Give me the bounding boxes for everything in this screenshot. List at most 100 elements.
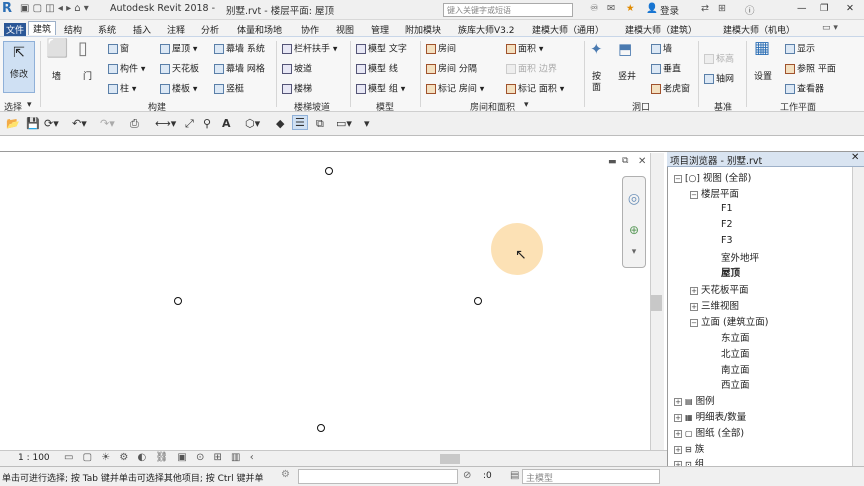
tag-icon[interactable]: ⚲ (203, 117, 211, 130)
roof-button[interactable]: 屋顶 ▾ (160, 44, 197, 56)
tree-item-outdoor[interactable]: 室外地坪 (721, 250, 759, 264)
tree-item-roof[interactable]: 屋顶 (721, 265, 740, 279)
close-hidden-icon[interactable]: ⧉ (316, 117, 324, 131)
open-icon[interactable]: 📂 (6, 117, 20, 130)
room-separator-button[interactable]: 房间 分隔 (426, 64, 477, 76)
shaft-button[interactable]: 竖井 (618, 72, 636, 83)
tab-insert[interactable]: 插入 (133, 23, 151, 36)
customize-qat-icon[interactable]: ▾ (364, 117, 370, 130)
tab-modeling-general[interactable]: 建模大师（通用） (532, 23, 604, 36)
wall-icon[interactable]: ⬜ (46, 40, 68, 58)
tree-item-west[interactable]: 西立面 (721, 377, 750, 391)
sync-icon[interactable]: ⟳▾ (44, 117, 59, 130)
elevation-marker-west[interactable] (174, 297, 182, 305)
show-workplane-button[interactable]: 显示 (785, 44, 815, 56)
viewer-button[interactable]: 查看器 (785, 84, 824, 96)
set-workplane-button[interactable]: 设置 (754, 72, 772, 83)
level-button[interactable]: 标高 (704, 54, 734, 66)
tree-item-south[interactable]: 南立面 (721, 362, 750, 376)
tree-schedules[interactable]: + ▦ 明细表/数量 (674, 409, 746, 423)
tree-legends[interactable]: + ▤ 图例 (674, 393, 715, 407)
design-options-icon[interactable]: ▤ (510, 470, 519, 481)
railing-button[interactable]: 栏杆扶手 ▾ (282, 44, 337, 56)
door-button[interactable]: 门 (83, 72, 92, 83)
switch-windows-icon[interactable]: ▭▾ (336, 117, 352, 130)
drawing-canvas[interactable]: ▬ ⧉ ✕ (0, 153, 650, 450)
shaft-icon[interactable]: ⬒ (618, 42, 632, 57)
stair-button[interactable]: 楼梯 (282, 84, 312, 96)
tab-view[interactable]: 视图 (336, 23, 354, 36)
ref-plane-button[interactable]: 参照 平面 (785, 64, 836, 76)
search-input[interactable]: 键入关键字或短语 (443, 3, 573, 17)
maximize-button[interactable]: ❐ (820, 3, 829, 14)
vertical-opening-button[interactable]: 垂直 (651, 64, 681, 76)
binoculars-icon[interactable]: ♾ (590, 3, 599, 14)
tree-3d-views[interactable]: + 三维视图 (690, 298, 739, 312)
area-boundary-button[interactable]: 面积 边界 (506, 64, 557, 76)
model-select[interactable]: 主模型 (522, 469, 660, 484)
tab-massing[interactable]: 体量和场地 (237, 23, 282, 36)
tab-annotate[interactable]: 注释 (167, 23, 185, 36)
elevation-marker-north[interactable] (325, 167, 333, 175)
tab-file[interactable]: 文件 (4, 23, 27, 36)
tree-item-north[interactable]: 北立面 (721, 346, 750, 360)
undo-icon[interactable]: ↶▾ (72, 117, 87, 130)
tree-item-east[interactable]: 东立面 (721, 330, 750, 344)
tag-room-button[interactable]: 标记 房间 ▾ (426, 84, 484, 96)
tab-collaborate[interactable]: 协作 (301, 23, 319, 36)
tab-addins[interactable]: 附加模块 (405, 23, 441, 36)
grid-button[interactable]: 轴网 (704, 74, 734, 86)
favorites-icon[interactable]: ★ (626, 3, 635, 14)
exchange-icon[interactable]: ⇄ (701, 3, 709, 14)
tree-elevations[interactable]: − 立面 (建筑立面) (690, 314, 768, 328)
tree-families[interactable]: + ⊟ 族 (674, 441, 704, 455)
view-restore-icon[interactable]: ⧉ (622, 156, 628, 166)
column-button[interactable]: 柱 ▾ (108, 84, 136, 96)
help-icon[interactable]: ⓘ (745, 3, 755, 17)
tab-systems[interactable]: 系统 (98, 23, 116, 36)
view-control-icons[interactable]: ▭ ▢ ☀ ⚙ ◐ ⛓ ▣ ⊙ ⊞ ▥ ‹ (64, 452, 257, 463)
workset-select[interactable] (298, 469, 458, 484)
close-button[interactable]: ✕ (846, 3, 854, 14)
set-workplane-icon[interactable]: ▦ (754, 40, 770, 57)
tab-family-library[interactable]: 族库大师V3.2 (458, 23, 514, 36)
tab-architecture[interactable]: 建筑 (28, 21, 57, 35)
horizontal-scroll-thumb[interactable] (440, 454, 460, 464)
curtain-system-button[interactable]: 幕墙 系统 (214, 44, 265, 56)
elevation-marker-east[interactable] (474, 297, 482, 305)
area-button[interactable]: 面积 ▾ (506, 44, 543, 56)
ramp-button[interactable]: 坡道 (282, 64, 312, 76)
print-icon[interactable]: ⎙ (130, 117, 139, 131)
room-button[interactable]: 房间 (426, 44, 456, 56)
tree-sheets[interactable]: + ▢ 图纸 (全部) (674, 425, 744, 439)
view-close-icon[interactable]: ✕ (638, 156, 646, 167)
browser-scrollbar[interactable] (852, 167, 864, 466)
tree-item-f3[interactable]: F3 (721, 235, 733, 246)
door-icon[interactable]: ▯ (78, 40, 88, 58)
nav-dropdown-icon[interactable]: ▾ (623, 247, 645, 257)
by-face-icon[interactable]: ✦ (590, 42, 603, 57)
communication-icon[interactable]: ✉ (607, 3, 615, 14)
dormer-button[interactable]: 老虎窗 (651, 84, 690, 96)
thin-lines-icon[interactable]: ☰ (292, 115, 308, 130)
model-group-button[interactable]: 模型 组 ▾ (356, 84, 405, 96)
component-button[interactable]: 构件 ▾ (108, 64, 145, 76)
user-icon[interactable]: 👤 (646, 3, 658, 14)
wall-opening-button[interactable]: 墙 (651, 44, 672, 56)
mullion-button[interactable]: 竖梃 (214, 84, 244, 96)
view-minimize-icon[interactable]: ▬ (608, 157, 617, 167)
ribbon-toggle-icon[interactable]: ▭ ▾ (822, 23, 838, 33)
tag-area-button[interactable]: 标记 面积 ▾ (506, 84, 564, 96)
dimension-icon[interactable]: ⤢ (185, 117, 194, 131)
tab-modeling-mep[interactable]: 建模大师（机电） (723, 23, 795, 36)
scrollbar-thumb[interactable] (651, 295, 662, 311)
redo-icon[interactable]: ↷▾ (100, 117, 115, 130)
save-icon[interactable]: 💾 (26, 117, 40, 130)
zoom-icon[interactable]: ⊕ (623, 223, 645, 237)
tree-item-f1[interactable]: F1 (721, 203, 733, 214)
navigation-bar[interactable]: ◎ ⊕ ▾ (622, 176, 646, 268)
tree-ceiling-plans[interactable]: + 天花板平面 (690, 282, 749, 296)
by-face-button[interactable]: 按面 (592, 72, 604, 94)
section-icon[interactable]: ◆ (276, 117, 284, 130)
floor-button[interactable]: 楼板 ▾ (160, 84, 197, 96)
